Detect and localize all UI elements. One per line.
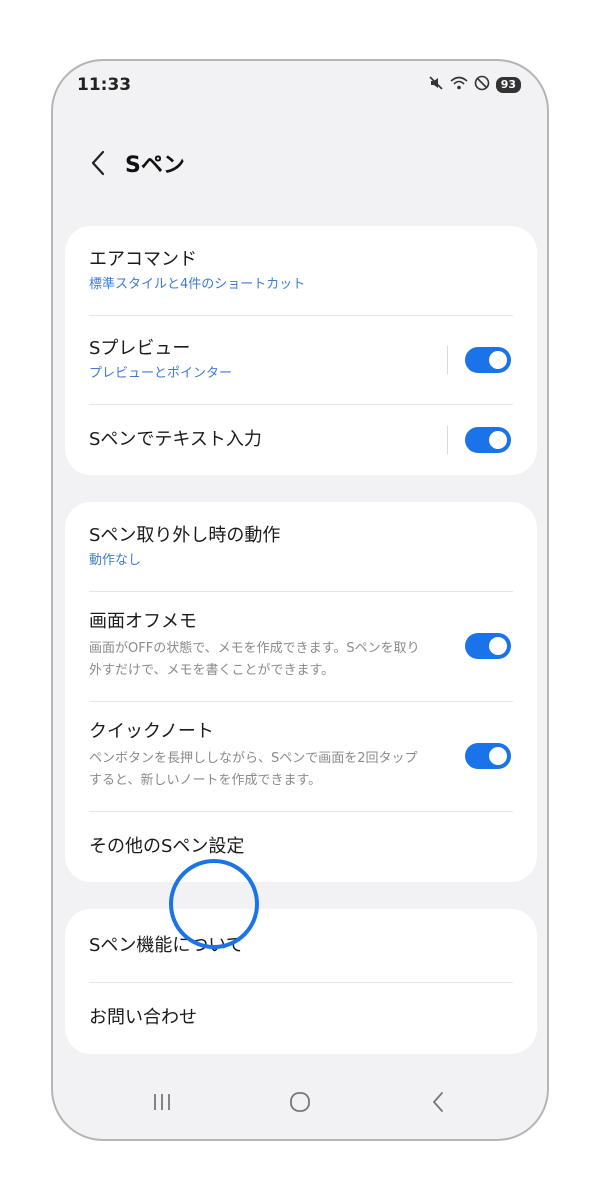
- page-title: Sペン: [125, 153, 185, 178]
- recent-apps-button[interactable]: [137, 1082, 187, 1122]
- navigation-bar: [53, 1077, 547, 1127]
- status-icons: 93: [428, 75, 521, 95]
- text-input-toggle[interactable]: [465, 426, 511, 453]
- back-icon: [433, 1092, 443, 1112]
- vertical-divider: [447, 425, 448, 454]
- s-preview-toggle[interactable]: [465, 346, 511, 373]
- other-s-pen-settings-item[interactable]: その他のSペン設定: [65, 811, 537, 882]
- text-input-item[interactable]: Sペンでテキスト入力: [65, 404, 537, 475]
- quick-note-item[interactable]: クイックノート ペンボタンを長押ししながら、Sペンで画面を2回タップすると、新し…: [65, 701, 537, 811]
- status-time: 11:33: [77, 75, 132, 95]
- item-subtitle: 動作なし: [89, 552, 142, 568]
- contact-us-item[interactable]: お問い合わせ: [65, 982, 537, 1054]
- status-bar: 11:33 93: [77, 73, 521, 97]
- mute-icon: [428, 75, 444, 95]
- item-description: ペンボタンを長押ししながら、Sペンで画面を2回タップすると、新しいノートを作成で…: [89, 751, 418, 788]
- toggle-knob: [489, 430, 507, 449]
- toggle-knob: [489, 747, 507, 765]
- s-preview-item[interactable]: Sプレビュー プレビューとポインター: [65, 315, 537, 404]
- vertical-divider: [447, 345, 448, 374]
- item-title: Sペン機能について: [89, 934, 244, 956]
- screen-off-memo-item[interactable]: 画面オフメモ 画面がOFFの状態で、メモを作成できます。Sペンを取り外すだけで、…: [65, 591, 537, 701]
- settings-card-1: エアコマンド 標準スタイルと4件のショートカット Sプレビュー プレビューとポイ…: [65, 226, 537, 475]
- item-title: Sペン取り外し時の動作: [89, 524, 281, 546]
- settings-card-3: Sペン機能について お問い合わせ: [65, 909, 537, 1054]
- item-title: お問い合わせ: [89, 1007, 197, 1028]
- toggle-area: [447, 425, 511, 454]
- air-command-item[interactable]: エアコマンド 標準スタイルと4件のショートカット: [65, 226, 537, 315]
- phone-frame: 11:33 93 Sペン エアコマンド 標準スタイルと4件のショートカット Sプ…: [51, 59, 549, 1141]
- back-nav-button[interactable]: [413, 1082, 463, 1122]
- screen-off-memo-toggle[interactable]: [465, 633, 511, 659]
- back-button[interactable]: [81, 146, 115, 180]
- wifi-icon: [450, 75, 468, 95]
- toggle-knob: [489, 350, 507, 369]
- home-icon: [290, 1092, 310, 1112]
- quick-note-toggle[interactable]: [465, 743, 511, 769]
- item-title: その他のSペン設定: [89, 835, 245, 857]
- header: Sペン: [81, 143, 185, 183]
- item-title: エアコマンド: [89, 248, 197, 270]
- recent-apps-icon: [154, 1094, 170, 1110]
- do-not-disturb-icon: [474, 75, 490, 95]
- toggle-area: [447, 345, 511, 374]
- toggle-area: [465, 743, 511, 769]
- item-subtitle: 標準スタイルと4件のショートカット: [89, 276, 306, 292]
- settings-card-2: Sペン取り外し時の動作 動作なし 画面オフメモ 画面がOFFの状態で、メモを作成…: [65, 502, 537, 882]
- item-title: 画面オフメモ: [89, 611, 197, 632]
- home-button[interactable]: [275, 1082, 325, 1122]
- detach-action-item[interactable]: Sペン取り外し時の動作 動作なし: [65, 502, 537, 591]
- battery-icon: 93: [495, 77, 521, 93]
- item-description: 画面がOFFの状態で、メモを作成できます。Sペンを取り外すだけで、メモを書くこと…: [89, 641, 420, 678]
- toggle-knob: [489, 637, 507, 655]
- about-s-pen-item[interactable]: Sペン機能について: [65, 909, 537, 982]
- chevron-left-icon: [91, 150, 105, 176]
- item-title: クイックノート: [89, 721, 214, 742]
- toggle-area: [465, 633, 511, 659]
